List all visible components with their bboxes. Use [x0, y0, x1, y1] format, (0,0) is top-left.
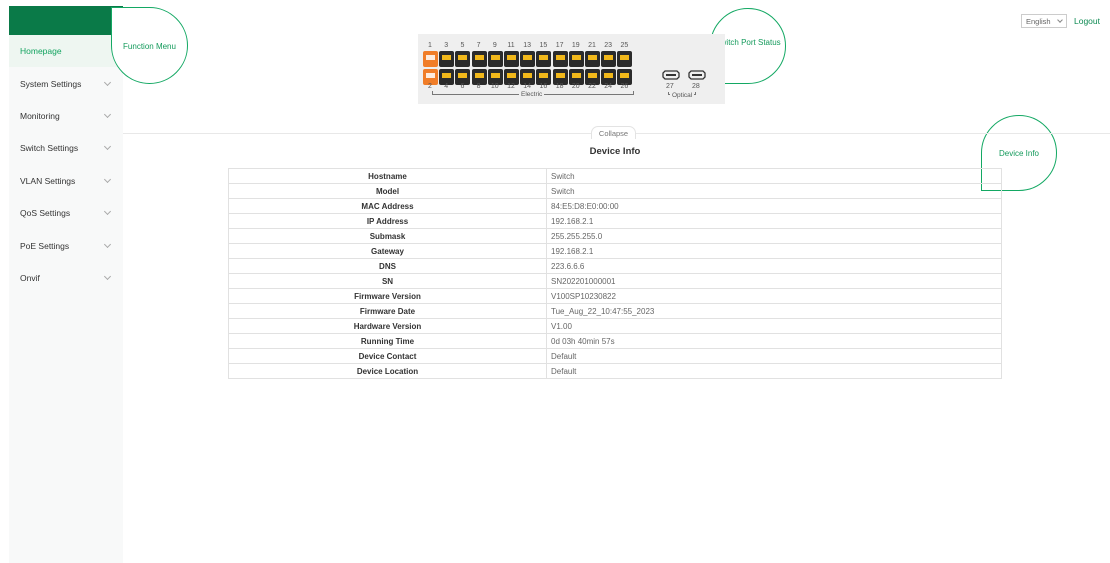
info-key: MAC Address	[228, 198, 547, 214]
table-row: Gateway 192.168.2.1	[228, 243, 1002, 259]
table-row: Hostname Switch	[228, 168, 1002, 184]
device-info-table: Hostname Switch Model Switch MAC Address 84:E…	[228, 168, 1002, 379]
port-number: 25	[620, 42, 629, 49]
ethernet-port-3[interactable]	[439, 51, 455, 67]
header-actions: English Logout	[1021, 14, 1100, 28]
sidebar-item-label: Monitoring	[20, 110, 60, 121]
info-key: Hostname	[228, 168, 547, 184]
sidebar-item-label: System Settings	[20, 78, 82, 89]
info-key: Submask	[228, 228, 547, 244]
function-menu-callout: Function Menu	[111, 7, 188, 84]
ethernet-port-13[interactable]	[520, 51, 536, 67]
optical-port-28[interactable]	[688, 70, 706, 80]
sidebar-item-vlan-settings[interactable]: VLAN Settings	[9, 165, 123, 197]
chevron-down-icon	[103, 272, 112, 280]
info-key: Model	[228, 183, 547, 199]
ethernet-port-25[interactable]	[617, 51, 633, 67]
chevron-down-icon	[103, 110, 112, 119]
port-number: 28	[692, 83, 700, 90]
info-key: Gateway	[228, 243, 547, 259]
info-value: Default	[546, 363, 1002, 379]
page-title: Device Info	[589, 146, 641, 157]
ethernet-port-7[interactable]	[471, 51, 487, 67]
table-row: Running Time 0d 03h 40min 57s	[228, 333, 1002, 349]
chevron-down-icon	[103, 208, 112, 216]
info-key: IP Address	[228, 213, 547, 229]
info-value: V100SP10230822	[546, 288, 1002, 304]
table-row: Device Contact Default	[228, 348, 1002, 364]
sidebar-item-label: Homepage	[20, 46, 62, 57]
info-key: Running Time	[228, 333, 547, 349]
chevron-down-icon	[103, 175, 112, 183]
sidebar-item-label: PoE Settings	[20, 240, 70, 251]
chevron-down-icon	[103, 240, 112, 248]
info-value: Switch	[546, 183, 1002, 199]
chevron-down-icon	[103, 78, 112, 86]
info-value: Default	[546, 348, 1002, 364]
info-value: 255.255.255.0	[546, 228, 1002, 244]
ethernet-port-1[interactable]	[423, 51, 438, 67]
sidebar-item-poe-settings[interactable]: PoE Settings	[9, 229, 123, 261]
table-row: MAC Address 84:E5:D8:E0:00:00	[228, 198, 1002, 214]
info-value: 192.168.2.1	[546, 243, 1002, 259]
page: Homepage System Settings Monitoring Swit…	[0, 0, 1110, 563]
table-row: IP Address 192.168.2.1	[228, 213, 1002, 229]
info-value: 223.6.6.6	[546, 258, 1002, 274]
table-row: DNS 223.6.6.6	[228, 258, 1002, 274]
logout-link[interactable]: Logout	[1074, 16, 1100, 26]
ethernet-port-19[interactable]	[568, 51, 584, 67]
ethernet-port-11[interactable]	[504, 51, 519, 67]
optical-port-27[interactable]	[662, 70, 680, 80]
callout-label: Switch Port Status	[715, 38, 781, 47]
ethernet-port-21[interactable]	[585, 51, 600, 67]
chevron-down-icon	[1057, 17, 1063, 23]
sidebar-item-monitoring[interactable]: Monitoring	[9, 100, 123, 132]
info-key: Firmware Date	[228, 303, 547, 319]
ethernet-port-5[interactable]	[455, 51, 471, 67]
info-value: V1.00	[546, 318, 1002, 334]
optical-label: Optical	[670, 92, 695, 99]
ethernet-port-15[interactable]	[536, 51, 552, 67]
function-menu: Homepage System Settings Monitoring Swit…	[9, 35, 123, 294]
sidebar-item-system-settings[interactable]: System Settings	[9, 67, 123, 99]
sidebar-item-label: QoS Settings	[20, 208, 71, 219]
language-select[interactable]: English	[1021, 14, 1067, 28]
port-number: 27	[666, 83, 674, 90]
info-key: Hardware Version	[228, 318, 547, 334]
language-value: English	[1026, 16, 1051, 26]
ethernet-port-23[interactable]	[601, 51, 617, 67]
table-row: Firmware Date Tue_Aug_22_10:47:55_2023	[228, 303, 1002, 319]
info-value: 84:E5:D8:E0:00:00	[546, 198, 1002, 214]
table-row: Model Switch	[228, 183, 1002, 199]
table-row: SN SN202201000001	[228, 273, 1002, 289]
logo-bar	[9, 6, 123, 35]
info-value: SN202201000001	[546, 273, 1002, 289]
sidebar: Homepage System Settings Monitoring Swit…	[9, 6, 123, 563]
sidebar-item-label: Onvif	[20, 272, 40, 283]
info-key: SN	[228, 273, 547, 289]
info-key: Device Location	[228, 363, 547, 379]
info-key: Firmware Version	[228, 288, 547, 304]
sidebar-item-qos-settings[interactable]: QoS Settings	[9, 197, 123, 229]
sidebar-item-homepage[interactable]: Homepage	[9, 35, 123, 68]
info-key: Device Contact	[228, 348, 547, 364]
info-value: 0d 03h 40min 57s	[546, 333, 1002, 349]
info-value: Switch	[546, 168, 1002, 184]
ethernet-port-17[interactable]	[552, 51, 568, 67]
switch-port-panel: 1 3 5 7 9 11 13 15 17 19 21 23 25 2 4 6 8 10 12 14 16 18 20 22 2…	[418, 34, 725, 104]
collapse-button[interactable]: Collapse	[591, 126, 636, 139]
sidebar-item-onvif[interactable]: Onvif	[9, 262, 123, 294]
table-row: Submask 255.255.255.0	[228, 228, 1002, 244]
info-key: DNS	[228, 258, 547, 274]
electric-label: Electric	[519, 91, 545, 98]
ethernet-port-9[interactable]	[487, 51, 503, 67]
table-row: Hardware Version V1.00	[228, 318, 1002, 334]
info-value: 192.168.2.1	[546, 213, 1002, 229]
table-row: Firmware Version V100SP10230822	[228, 288, 1002, 304]
table-row: Device Location Default	[228, 363, 1002, 379]
info-value: Tue_Aug_22_10:47:55_2023	[546, 303, 1002, 319]
sidebar-item-label: VLAN Settings	[20, 175, 76, 186]
port-number: 26	[620, 83, 629, 90]
